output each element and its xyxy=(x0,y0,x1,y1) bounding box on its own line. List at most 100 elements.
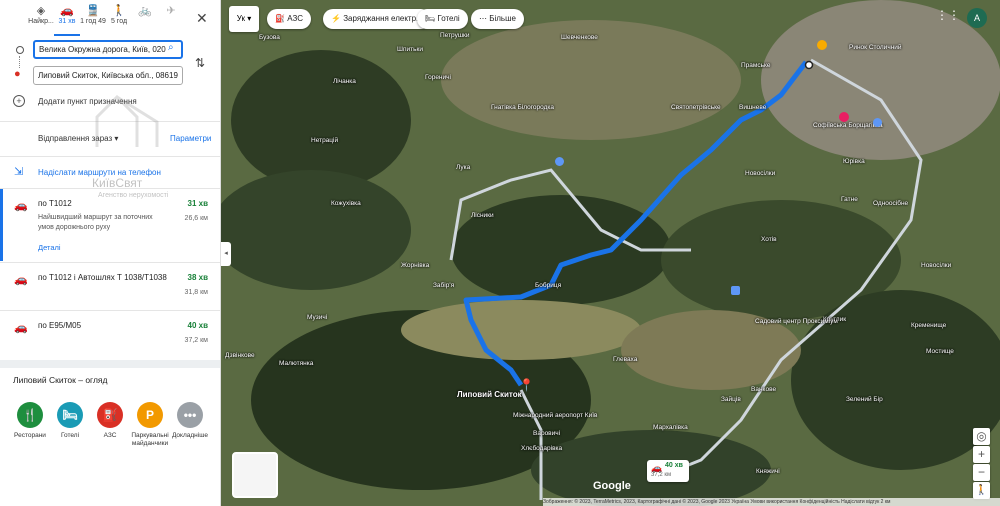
params-link[interactable]: Параметри xyxy=(170,134,211,143)
destination-label: Липовий Скиток xyxy=(457,390,522,399)
route-time: 31 хв xyxy=(187,199,209,208)
layers-toggle-button[interactable] xyxy=(232,452,278,498)
bike-icon: 🚲 xyxy=(138,5,152,17)
map-footer: Зображення: © 2023, TerraMetrics, 2023, … xyxy=(543,498,1000,506)
category-more[interactable]: ••• Докладніше xyxy=(166,402,214,440)
map-canvas[interactable]: 📍 Липовий Скиток Бузова Шпитьки Петрушки… xyxy=(221,0,1000,506)
route-option-1[interactable]: 🚗 по Т1012 31 хв 26,6 км Найшвидший марш… xyxy=(0,188,220,261)
map-place-label: Глеваха xyxy=(613,356,638,363)
add-icon[interactable]: + xyxy=(13,95,25,107)
fuel-icon: ⛽ xyxy=(275,14,285,23)
hotel-icon: 🛏 xyxy=(425,14,436,23)
transit-icon: 🚆 xyxy=(86,5,100,17)
route-option-2[interactable]: 🚗 по Т1012 і Автошлях Т 1038/Т1038 38 хв… xyxy=(0,262,220,311)
charging-icon: ⚡ xyxy=(331,14,341,23)
route-description: Найшвидший маршрут за поточних умов доро… xyxy=(38,214,153,231)
avatar[interactable]: A xyxy=(967,8,987,28)
route-distance: 31,8 км xyxy=(184,289,208,296)
map-place-label: Нетрацій xyxy=(311,137,339,144)
selected-indicator xyxy=(0,189,3,261)
destination-input[interactable]: Липовий Скиток, Київська обл., 08619 xyxy=(33,66,183,85)
poi-marker-icon[interactable] xyxy=(555,157,564,166)
map-place-label: Забір'я xyxy=(433,282,455,289)
mode-bike[interactable]: 🚲 xyxy=(132,4,158,34)
more-icon: ••• xyxy=(177,402,203,428)
route-time: 38 хв xyxy=(187,273,209,282)
divider xyxy=(0,156,220,157)
route-details-link[interactable]: Деталі xyxy=(38,243,61,252)
map-place-label: Зайців xyxy=(721,396,741,403)
map-place-label: Малютянка xyxy=(279,360,314,367)
map-place-label: Юрівка xyxy=(843,158,865,165)
map-place-label: Хлєбодарівка xyxy=(521,445,563,452)
map-place-label: Лічанка xyxy=(333,78,356,85)
map-place-label: Новосілки xyxy=(921,262,952,269)
walk-icon: 🚶 xyxy=(112,5,126,17)
origin-marker xyxy=(804,60,814,70)
car-icon: 🚗 xyxy=(14,322,28,334)
map-place-label: Дзвінкове xyxy=(225,352,255,359)
map-place-label: Музичі xyxy=(307,314,328,321)
map-place-label: Мостище xyxy=(926,348,954,355)
route-name: по Т1012 xyxy=(38,199,72,208)
map-place-label: Прамське xyxy=(741,62,771,69)
car-icon: 🚗 xyxy=(14,274,28,286)
layer-select[interactable]: Ук ▾ xyxy=(229,6,259,32)
map-place-label: Кременище xyxy=(911,322,947,329)
field-area xyxy=(401,300,641,360)
market-marker-icon[interactable] xyxy=(839,112,849,122)
mode-walk[interactable]: 🚶 5 год xyxy=(106,4,132,34)
chip-fuel[interactable]: ⛽ АЗС xyxy=(267,9,311,29)
pegman-icon[interactable]: 🚶 xyxy=(973,482,990,499)
forest-area xyxy=(231,50,411,190)
fuel-icon: ⛽ xyxy=(97,402,123,428)
map-place-label: Мархалівка xyxy=(653,424,688,431)
chip-more[interactable]: ⋯ Більше xyxy=(471,9,524,29)
search-icon[interactable]: ⌕ xyxy=(168,42,174,53)
restaurant-icon: 🍴 xyxy=(17,402,43,428)
car-icon: 🚗 xyxy=(14,200,28,212)
map-place-label: Ринок Столичний xyxy=(849,44,902,51)
house-watermark-icon xyxy=(95,94,159,147)
map-place-label: Гатне xyxy=(841,196,858,203)
poi-marker-icon[interactable] xyxy=(873,118,882,127)
airport-marker-icon[interactable] xyxy=(817,40,827,50)
swap-icon[interactable]: ⇅ xyxy=(195,56,205,70)
close-icon[interactable]: ✕ xyxy=(196,10,208,27)
fuel-marker-icon[interactable] xyxy=(731,286,740,295)
route-option-3[interactable]: 🚗 по E95/M05 40 хв 37,2 км xyxy=(0,310,220,359)
route-time: 40 хв xyxy=(187,321,209,330)
route-connector xyxy=(19,56,21,68)
map-place-label: Бузова xyxy=(259,34,280,41)
map-place-label: Новосілки xyxy=(745,170,776,177)
route-name: по Т1012 і Автошлях Т 1038/Т1038 xyxy=(38,273,167,282)
mode-flight[interactable]: ✈ xyxy=(158,4,184,34)
satellite-map xyxy=(221,0,1000,506)
map-place-label: Лука xyxy=(456,164,471,171)
route-distance: 26,6 км xyxy=(184,215,208,222)
map-place-label: Міжнародний аеропорт Київ xyxy=(513,412,598,419)
map-place-label: Жорнівка xyxy=(401,262,430,269)
compass-icon[interactable]: ◎ xyxy=(973,428,990,445)
mode-transit[interactable]: 🚆 1 год 49 xyxy=(80,4,106,34)
send-phone-icon: ⇲ xyxy=(14,166,24,178)
apps-grid-icon[interactable]: ⋮⋮ xyxy=(936,8,960,22)
map-place-label: Шпитьки xyxy=(397,46,423,53)
zoom-out-button[interactable]: − xyxy=(973,464,990,481)
mode-car[interactable]: 🚗 31 хв xyxy=(54,4,80,36)
collapse-panel-button[interactable]: ◂ xyxy=(221,242,231,266)
map-place-label: Святопетрівське xyxy=(671,104,721,111)
origin-input[interactable]: Велика Окружна дорога, Київ, 020 xyxy=(33,40,183,59)
map-place-label: Садовий центр Проксиміум xyxy=(755,318,838,325)
flight-icon: ✈ xyxy=(166,5,176,17)
zoom-in-button[interactable]: + xyxy=(973,446,990,463)
chip-hotels[interactable]: 🛏 Готелі xyxy=(417,9,468,29)
map-place-label: Ванкове xyxy=(751,386,777,393)
map-place-label: Лісники xyxy=(471,212,494,219)
chip-charging[interactable]: ⚡ Заряджання електр... xyxy=(323,9,431,29)
map-place-label: Кожухівка xyxy=(331,200,361,207)
mode-best[interactable]: ◈ Найкр... xyxy=(28,4,54,34)
map-place-label: Вишневе xyxy=(739,104,767,111)
car-icon: 🚗 xyxy=(60,5,74,17)
route-badge[interactable]: 🚗 40 хв 37,2 км xyxy=(647,460,689,482)
